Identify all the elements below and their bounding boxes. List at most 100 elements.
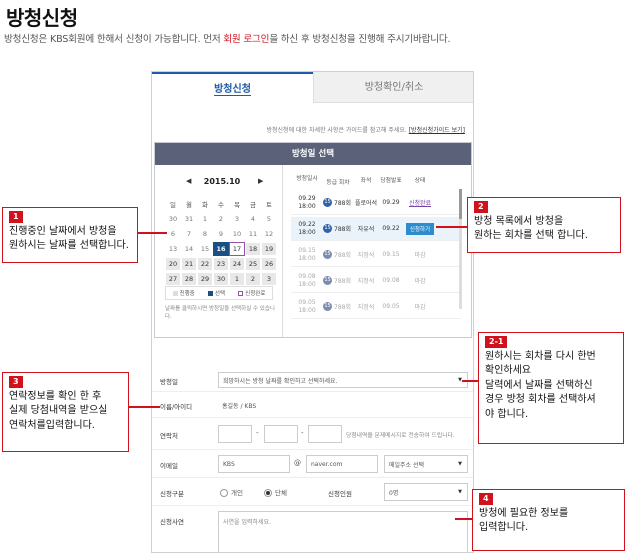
col-announce: 당첨발표: [380, 178, 402, 184]
session-round: 788회: [334, 304, 351, 311]
session-announce: 09.15: [382, 251, 400, 258]
calendar-day[interactable]: 16: [213, 242, 229, 256]
session-list: 방청일시 등급 회차 좌석 당첨발표 상태 09.29 18:00 15 788회 플로…: [291, 165, 471, 337]
row-date: 방청일 희망하시는 방청 날짜를 확인하고 선택하세요.: [152, 368, 473, 392]
type-personal-label: 개인: [231, 489, 243, 497]
age-rating-icon: 15: [323, 224, 332, 233]
calendar-day[interactable]: 17: [229, 242, 245, 256]
calendar-day[interactable]: 30: [213, 272, 229, 286]
row-phone: 연락처 - - 당첨내역을 문제메시지로 전송하여 드립니다.: [152, 418, 473, 450]
calendar-day[interactable]: 28: [181, 272, 197, 286]
callout-2-line-1: 방청 목록에서 방청을: [474, 215, 564, 227]
apply-button[interactable]: 신청하기: [405, 222, 435, 235]
calendar-day[interactable]: 29: [197, 272, 213, 286]
phone-part1-input[interactable]: [218, 425, 252, 443]
applied-status-link[interactable]: 신청완료: [409, 200, 431, 207]
session-row[interactable]: 09.08 18:00 15 788회 지정석 09.08 마감: [291, 269, 461, 293]
calendar-day[interactable]: 21: [181, 257, 197, 271]
session-row[interactable]: 09.22 18:00 15 788회 자유석 09.22 신청하기: [291, 217, 461, 241]
calendar-week: 27 28 29 30 1 2 3: [165, 272, 277, 287]
guide-text-body: 방청신청에 대한 자세한 사항은 가이드를 참고해 주세요.: [266, 127, 407, 134]
phone-part3-input[interactable]: [308, 425, 342, 443]
tab-confirm-cancel[interactable]: 방청확인/취소: [313, 72, 473, 103]
calendar: ◀ 2015.10 ▶ 일 월 화 수 목 금 토 30 31 1 2 3 4 5 6 7 8 9 10 11 12 13…: [155, 165, 283, 337]
calendar-day[interactable]: 1: [229, 272, 245, 286]
row-type: 신청구분 개인 단체 신청인원 0명: [152, 478, 473, 506]
calendar-day[interactable]: 23: [213, 257, 229, 271]
col-seat: 좌석: [360, 178, 372, 184]
page-title: 방청신청: [6, 6, 78, 30]
legend-ongoing-label: 진행중: [179, 291, 195, 297]
calendar-day: 1: [202, 215, 208, 223]
radio-personal[interactable]: [220, 489, 228, 497]
next-month-icon[interactable]: ▶: [258, 177, 263, 185]
callout-4: 4 방청에 필요한 정보를 입력합니다.: [472, 489, 625, 551]
callout-4-line-2: 입력합니다.: [479, 522, 529, 533]
callout-4-number: 4: [479, 493, 493, 505]
date-selection-panel: 방청일 선택 ◀ 2015.10 ▶ 일 월 화 수 목 금 토 30 31 1 2 3 4 5 6 7 8 9 1…: [154, 142, 472, 338]
session-date: 09.05 18:00: [291, 299, 323, 315]
email-domain-select[interactable]: 메일주소 선택: [384, 455, 468, 473]
phone-dash-1: -: [256, 429, 259, 437]
calendar-day[interactable]: 24: [229, 257, 245, 271]
col-status: 상태: [414, 178, 426, 184]
calendar-day: 8: [202, 230, 208, 238]
phone-part2-input[interactable]: [264, 425, 298, 443]
weekday-label: 수: [218, 201, 224, 209]
calendar-day[interactable]: 27: [165, 272, 181, 286]
email-label: 이메일: [160, 462, 178, 470]
calendar-legend: 진행중 선택 신청완료: [165, 286, 273, 300]
email-at: @: [294, 459, 301, 467]
calendar-day[interactable]: 3: [261, 272, 277, 286]
login-link[interactable]: 로그인: [243, 34, 269, 45]
email-id-input[interactable]: KBS: [218, 455, 290, 473]
type-personal-option[interactable]: 개인: [220, 487, 243, 497]
calendar-day[interactable]: 25: [245, 257, 261, 271]
callout-2-1-number: 2-1: [485, 336, 508, 348]
session-list-header: 방청일시 등급 회차 좌석 당첨발표 상태: [291, 175, 461, 187]
list-scrollbar[interactable]: [459, 189, 462, 309]
legend-ongoing-swatch: [172, 291, 178, 296]
legend-ongoing: 진행중: [172, 289, 195, 297]
session-grade-round: 15 788회: [323, 198, 353, 207]
guide-link[interactable]: [방청신청가이드 보기]: [409, 127, 465, 134]
calendar-day[interactable]: 18: [245, 242, 261, 256]
type-group-option[interactable]: 단체: [264, 487, 287, 497]
radio-group[interactable]: [264, 489, 272, 497]
col-grade-round: 등급 회차: [326, 179, 350, 186]
session-grade-round: 15 788회: [323, 250, 353, 259]
calendar-day[interactable]: 22: [197, 257, 213, 271]
phone-label: 연락처: [160, 432, 178, 440]
scrollbar-thumb[interactable]: [459, 189, 462, 219]
session-date-time: 18:00: [298, 306, 316, 314]
callout-1: 1 진행중인 날짜에서 방청을 원하시는 날짜를 선택합니다.: [2, 207, 138, 263]
calendar-day[interactable]: 2: [245, 272, 261, 286]
calendar-day[interactable]: 20: [165, 257, 181, 271]
email-domain-input[interactable]: naver.com: [306, 455, 378, 473]
session-round: 788회: [334, 278, 351, 285]
session-status: 신청완료: [403, 198, 437, 207]
session-date-time: 18:00: [298, 254, 316, 262]
date-select[interactable]: 희망하시는 방청 날짜를 확인하고 선택하세요.: [218, 372, 468, 388]
calendar-day[interactable]: 19: [261, 242, 277, 256]
row-reason: 신청사연 사연을 입력하세요.: [152, 506, 473, 552]
reason-textarea[interactable]: 사연을 입력하세요.: [218, 511, 468, 552]
calendar-day[interactable]: 26: [261, 257, 277, 271]
closed-status: 마감: [414, 304, 426, 311]
session-row[interactable]: 09.05 18:00 15 788회 지정석 09.05 마감: [291, 295, 461, 319]
closed-status: 마감: [414, 252, 426, 259]
session-date-time: 18:00: [298, 280, 316, 288]
callout-3-connector: [128, 406, 160, 408]
count-select[interactable]: 0명: [384, 483, 468, 501]
session-date-day: 09.15: [298, 246, 316, 254]
calendar-day: 13: [168, 245, 178, 253]
session-seat: 지정석: [357, 252, 375, 259]
tab-apply[interactable]: 방청신청: [152, 72, 313, 103]
member-link[interactable]: 회원: [223, 34, 240, 45]
phone-note: 당첨내역을 문제메시지로 전송하여 드립니다.: [346, 433, 455, 439]
calendar-day: 2: [218, 215, 224, 223]
session-announce: 09.08: [382, 277, 400, 284]
session-row[interactable]: 09.15 18:00 15 788회 지정석 09.15 마감: [291, 243, 461, 267]
callout-2-1-line-1: 원하시는 회차를 다시 한번: [485, 350, 596, 362]
session-row[interactable]: 09.29 18:00 15 788회 플로어석 09.29 신청완료: [291, 191, 461, 215]
